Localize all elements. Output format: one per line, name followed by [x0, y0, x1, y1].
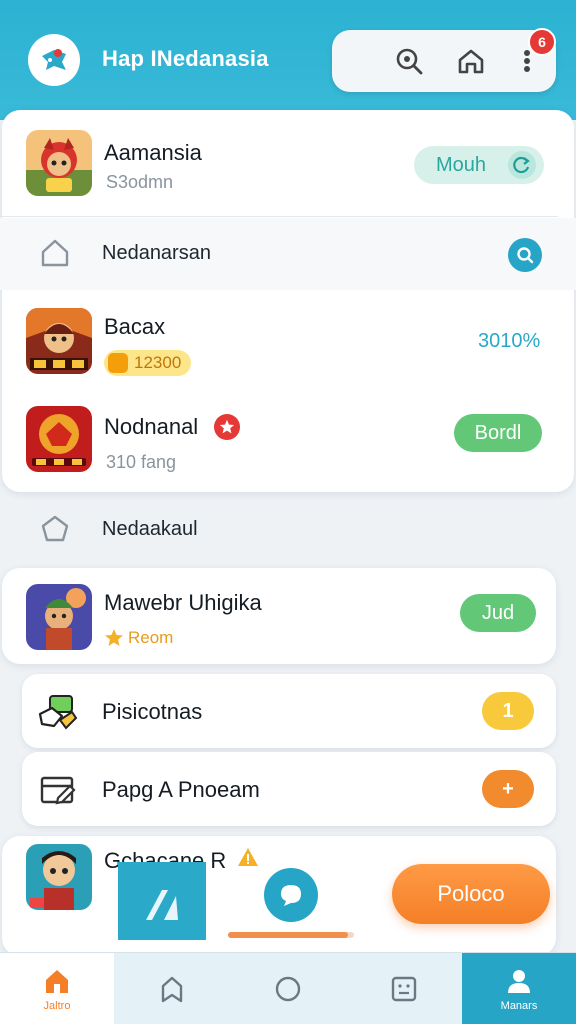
- section-header-nedaakaul[interactable]: Nedaakaul: [0, 494, 576, 566]
- coin-icon: [108, 353, 128, 373]
- app-icon-gchacane[interactable]: [26, 844, 92, 910]
- list-item-label: Papg A Pnoeam: [102, 777, 260, 802]
- nav-label: Manars: [500, 1000, 538, 1012]
- signal-bars-icon: [146, 890, 178, 920]
- section-header-nedanarsan[interactable]: Nedanarsan: [0, 218, 576, 290]
- nav-item-home[interactable]: Jaltro: [0, 953, 114, 1024]
- list-item-badge[interactable]: 1: [482, 692, 534, 730]
- list-item-badge[interactable]: +: [482, 770, 534, 808]
- coin-tag: 12300: [104, 350, 192, 376]
- nav-item-profile[interactable]: Manars: [462, 953, 576, 1024]
- search-icon[interactable]: [392, 44, 426, 78]
- app-icon-nodnanal[interactable]: [26, 406, 92, 472]
- warning-icon: [236, 846, 260, 873]
- person-icon: [508, 970, 530, 993]
- list-item-papg[interactable]: Papg A Pnoeam +: [22, 752, 556, 826]
- notification-badge: 6: [528, 28, 556, 56]
- app-name: Aamansia: [104, 140, 202, 165]
- bordl-button[interactable]: Bordl: [454, 414, 542, 452]
- percent-value: 3010%: [478, 330, 541, 352]
- header-actions: [332, 30, 556, 92]
- list-item-label: Pisicotnas: [102, 699, 203, 724]
- chat-bubble-icon[interactable]: [264, 868, 318, 922]
- home-outline-icon: [41, 239, 69, 267]
- rating-tag-label: Reom: [128, 628, 174, 647]
- mouh-button[interactable]: Mouh: [414, 146, 544, 184]
- app-subtitle: S3odmn: [106, 172, 174, 192]
- app-subtitle: 310 fang: [106, 452, 177, 472]
- progress-bar: [228, 932, 354, 938]
- bottom-nav: Jaltro Manars: [0, 952, 576, 1024]
- rating-tag: Reom: [104, 628, 173, 648]
- bird-logo-icon: [28, 34, 80, 86]
- face-icon: [391, 976, 417, 1002]
- mouh-button-label: Mouh: [436, 153, 487, 176]
- poloco-button[interactable]: Poloco: [392, 864, 550, 924]
- coin-tag-label: 12300: [134, 353, 182, 372]
- list-item-pisicotnas[interactable]: Pisicotnas 1: [22, 674, 556, 748]
- ticket-edit-icon: [40, 776, 76, 805]
- chart-tile[interactable]: [118, 862, 206, 940]
- nav-item-bookmark[interactable]: [114, 953, 230, 1024]
- home-icon: [46, 970, 68, 993]
- app-title: Hap INedanasia: [102, 46, 269, 71]
- app-name: Bacax: [104, 314, 166, 339]
- star-icon: [105, 629, 123, 646]
- divider: [2, 216, 558, 217]
- app-icon-bacax[interactable]: [26, 308, 92, 374]
- nav-label: Jaltro: [43, 1000, 71, 1012]
- home-icon[interactable]: [454, 44, 488, 78]
- jud-button[interactable]: Jud: [460, 594, 536, 632]
- app-icon-mawebr[interactable]: [26, 584, 92, 650]
- bookmark-icon: [161, 976, 183, 1003]
- app-name: Mawebr Uhigika: [104, 590, 262, 615]
- section-label: Nedaakaul: [102, 518, 198, 540]
- app-icon-aamansia[interactable]: [26, 130, 92, 196]
- pentagon-icon: [41, 515, 69, 542]
- search-icon[interactable]: [508, 238, 542, 272]
- app-name: Nodnanal: [104, 414, 199, 439]
- nav-item-circle[interactable]: [230, 953, 346, 1024]
- star-badge-icon: [214, 414, 240, 440]
- hands-money-icon: [38, 695, 78, 730]
- nav-item-face[interactable]: [346, 953, 462, 1024]
- progress-fill: [228, 932, 348, 938]
- refresh-icon: [508, 151, 536, 179]
- circle-icon: [275, 976, 301, 1002]
- section-label: Nedanarsan: [102, 242, 211, 264]
- app-header: Hap INedanasia: [0, 0, 576, 120]
